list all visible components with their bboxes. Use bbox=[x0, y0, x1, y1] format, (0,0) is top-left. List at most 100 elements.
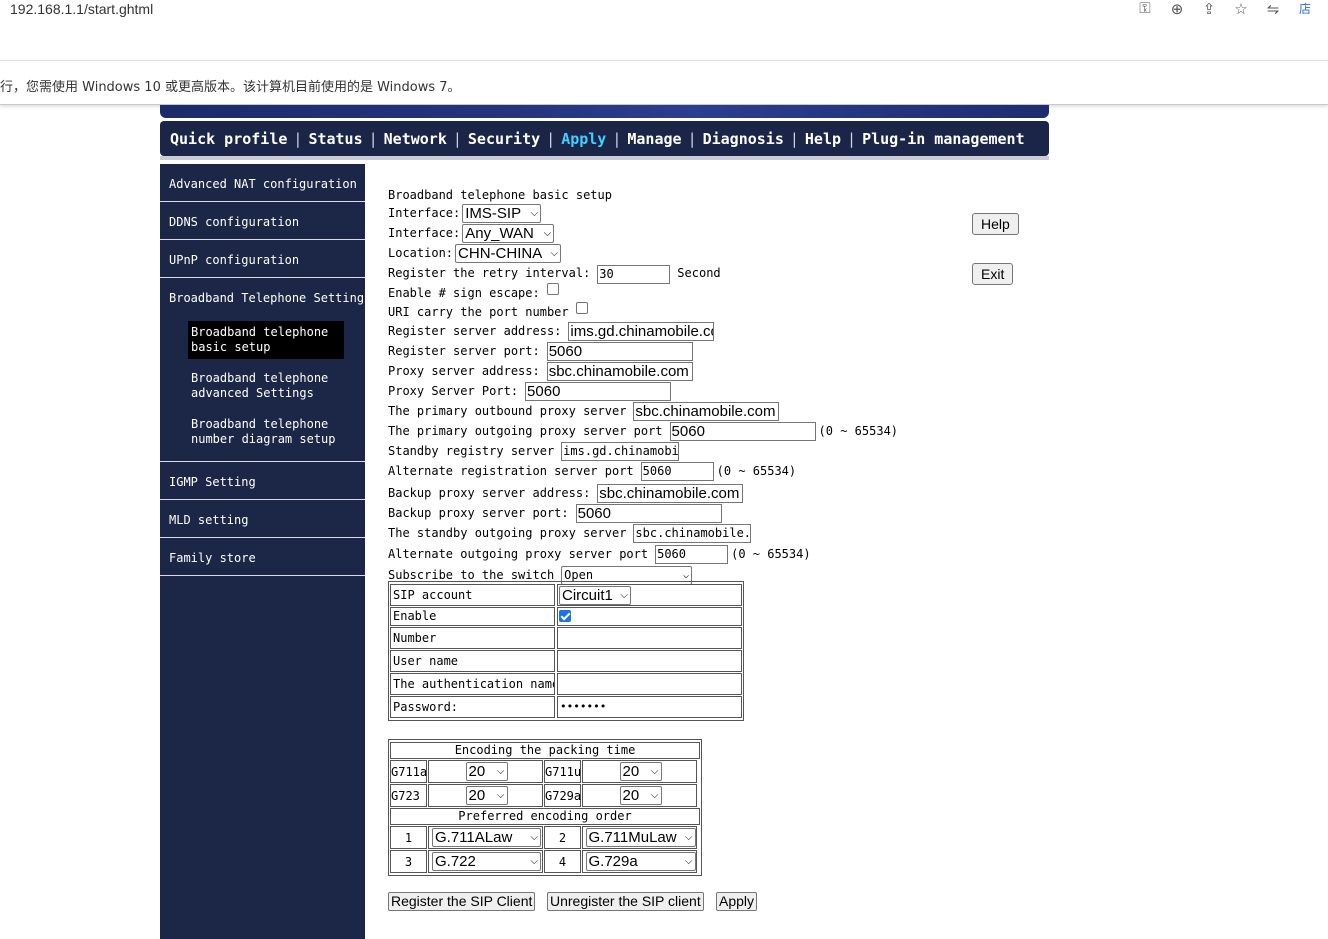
proxy-addr-label: Proxy server address: bbox=[388, 364, 540, 378]
banner bbox=[160, 105, 1049, 118]
g711a-select[interactable]: 20 ⌵ bbox=[465, 762, 508, 781]
number-input[interactable] bbox=[557, 627, 742, 649]
authname-label: The authentication name bbox=[390, 673, 555, 695]
codec-table: Encoding the packing time G711a 20 ⌵ G711… bbox=[388, 739, 702, 876]
authname-input[interactable] bbox=[557, 673, 742, 695]
sidebar-item-advanced-nat[interactable]: Advanced NAT configuration bbox=[160, 164, 365, 202]
order-4-select[interactable]: G.729a ⌵ bbox=[585, 852, 696, 871]
username-input[interactable] bbox=[557, 650, 742, 672]
chevron-down-icon: ⌵ bbox=[650, 766, 659, 777]
password-input[interactable]: ••••••• bbox=[557, 696, 742, 718]
bookmark-area bbox=[0, 22, 1328, 60]
exit-button[interactable]: Exit bbox=[972, 263, 1014, 285]
basic-setup-form: Broadband telephone basic setup Interfac… bbox=[388, 186, 948, 585]
url-text[interactable]: 192.168.1.1/start.ghtml bbox=[10, 1, 153, 17]
extension-store-icon[interactable]: 店 bbox=[1296, 0, 1314, 18]
zoom-icon[interactable]: ⊕ bbox=[1168, 0, 1186, 18]
page-title: Broadband telephone basic setup bbox=[388, 187, 612, 202]
standby-reg-input[interactable]: ims.gd.chinamobile.com bbox=[561, 441, 680, 461]
alt-outgoing-port-label: Alternate outgoing proxy server port bbox=[388, 547, 649, 561]
sidebar-item-broadband-telephone[interactable]: Broadband Telephone Settings bbox=[160, 278, 371, 316]
uri-port-label: URI carry the port number bbox=[388, 305, 569, 319]
backup-proxy-addr-label: Backup proxy server address: bbox=[388, 486, 591, 500]
reg-port-input[interactable]: 5060 bbox=[546, 341, 693, 361]
nav-network[interactable]: Network bbox=[384, 130, 447, 148]
order-2-select[interactable]: G.711MuLaw ⌵ bbox=[585, 828, 696, 847]
backup-proxy-addr-input[interactable]: sbc.chinamobile.com bbox=[597, 483, 744, 503]
chevron-down-icon: ⌵ bbox=[550, 247, 559, 259]
g729a-select[interactable]: 20 ⌵ bbox=[619, 786, 662, 805]
nav-diagnosis[interactable]: Diagnosis bbox=[703, 130, 784, 148]
sidebar-item-family-store[interactable]: Family store bbox=[160, 538, 365, 576]
enable-checkbox[interactable] bbox=[559, 610, 571, 622]
reg-port-label: Register server port: bbox=[388, 344, 540, 358]
standby-reg-label: Standby registry server bbox=[388, 444, 555, 458]
chevron-down-icon: ⌵ bbox=[530, 832, 538, 843]
standby-outgoing-label: The standby outgoing proxy server bbox=[388, 526, 627, 540]
order-3-select[interactable]: G.722 ⌵ bbox=[432, 852, 541, 871]
interface1-label: Interface: bbox=[388, 206, 461, 220]
uri-port-checkbox[interactable] bbox=[575, 302, 588, 314]
sip-account-label: SIP account bbox=[390, 584, 555, 606]
nav-apply[interactable]: Apply bbox=[561, 130, 606, 148]
proxy-port-label: Proxy Server Port: bbox=[388, 384, 519, 398]
sidebar-item-mld[interactable]: MLD setting bbox=[160, 500, 365, 538]
share-icon[interactable]: ⇪ bbox=[1200, 0, 1218, 18]
retry-interval-input[interactable]: 30 bbox=[597, 265, 671, 284]
sidebar-subitem-number-diagram[interactable]: Broadband telephone number diagram setup bbox=[188, 413, 344, 451]
order-number: 3 bbox=[390, 850, 427, 873]
username-label: User name bbox=[390, 650, 555, 672]
info-bar-text: 行，您需使用 Windows 10 或更高版本。该计算机目前使用的是 Windo… bbox=[0, 80, 461, 95]
location-label: Location: bbox=[388, 246, 454, 260]
register-sip-button[interactable]: Register the SIP Client bbox=[388, 892, 536, 911]
reg-server-input[interactable]: ims.gd.chinamobile.com bbox=[568, 321, 715, 341]
sidebar-item-ddns[interactable]: DDNS configuration bbox=[160, 202, 365, 240]
sidebar-item-upnp[interactable]: UPnP configuration bbox=[160, 240, 365, 278]
key-icon[interactable]: ⚿ bbox=[1136, 0, 1154, 18]
g711u-select[interactable]: 20 ⌵ bbox=[619, 762, 662, 781]
chevron-down-icon: ⌵ bbox=[684, 856, 693, 867]
sign-escape-checkbox[interactable] bbox=[546, 283, 559, 295]
unregister-sip-button[interactable]: Unregister the SIP client bbox=[547, 892, 704, 911]
star-icon[interactable]: ☆ bbox=[1232, 0, 1250, 18]
nav-security[interactable]: Security bbox=[468, 130, 540, 148]
chevron-down-icon: ⌵ bbox=[650, 790, 659, 801]
nav-plugin-management[interactable]: Plug-in management bbox=[862, 130, 1025, 148]
proxy-port-input[interactable]: 5060 bbox=[525, 381, 672, 401]
apply-button[interactable]: Apply bbox=[716, 892, 758, 911]
primary-outbound-input[interactable]: sbc.chinamobile.com bbox=[633, 401, 780, 421]
proxy-addr-input[interactable]: sbc.chinamobile.com bbox=[546, 361, 693, 381]
reg-server-label: Register server address: bbox=[388, 324, 562, 338]
nav-quick-profile[interactable]: Quick profile bbox=[170, 130, 287, 148]
sidebar-subitem-basic-setup[interactable]: Broadband telephone basic setup bbox=[188, 321, 344, 359]
location-select[interactable]: CHN-CHINA ⌵ bbox=[455, 243, 562, 263]
backup-proxy-port-input[interactable]: 5060 bbox=[575, 503, 722, 523]
chevron-down-icon: ⌵ bbox=[530, 856, 538, 867]
nav-status[interactable]: Status bbox=[308, 130, 362, 148]
nav-help[interactable]: Help bbox=[805, 130, 841, 148]
sidebar-submenu: Broadband telephone basic setup Broadban… bbox=[160, 316, 365, 462]
info-bar: 行，您需使用 Windows 10 或更高版本。该计算机目前使用的是 Windo… bbox=[0, 60, 1328, 105]
extension-icon[interactable]: ⇋ bbox=[1264, 0, 1282, 18]
alt-reg-port-input[interactable]: 5060 bbox=[640, 461, 714, 481]
standby-outgoing-input[interactable]: sbc.chinamobile.com bbox=[633, 523, 752, 543]
alt-outgoing-port-input[interactable]: 5060 bbox=[655, 544, 729, 564]
sip-account-select[interactable]: Circuit1 ⌵ bbox=[559, 586, 631, 605]
address-bar[interactable]: 192.168.1.1/start.ghtml ⚿ ⊕ ⇪ ☆ ⇋ 店 bbox=[0, 0, 1328, 22]
primary-outgoing-port-input[interactable]: 5060 bbox=[669, 421, 816, 441]
help-button[interactable]: Help bbox=[972, 213, 1019, 235]
main-nav: Quick profile | Status | Network | Security… bbox=[160, 121, 1049, 156]
sidebar: Advanced NAT configuration DDNS configur… bbox=[160, 164, 371, 939]
chevron-down-icon: ⌵ bbox=[684, 832, 693, 843]
primary-outbound-label: The primary outbound proxy server bbox=[388, 404, 627, 418]
g723-select[interactable]: 20 ⌵ bbox=[465, 786, 508, 805]
sidebar-subitem-advanced-settings[interactable]: Broadband telephone advanced Settings bbox=[188, 367, 344, 405]
retry-unit: Second bbox=[677, 266, 721, 280]
order-1-select[interactable]: G.711ALaw ⌵ bbox=[432, 828, 541, 847]
sidebar-item-igmp[interactable]: IGMP Setting bbox=[160, 462, 365, 500]
sip-account-table: SIP account Circuit1 ⌵ Enable Number User… bbox=[388, 581, 744, 721]
chevron-down-icon: ⌵ bbox=[530, 207, 539, 219]
interface1-select[interactable]: IMS-SIP ⌵ bbox=[462, 203, 542, 223]
interface2-select[interactable]: Any_WAN ⌵ bbox=[462, 223, 555, 243]
nav-manage[interactable]: Manage bbox=[627, 130, 681, 148]
